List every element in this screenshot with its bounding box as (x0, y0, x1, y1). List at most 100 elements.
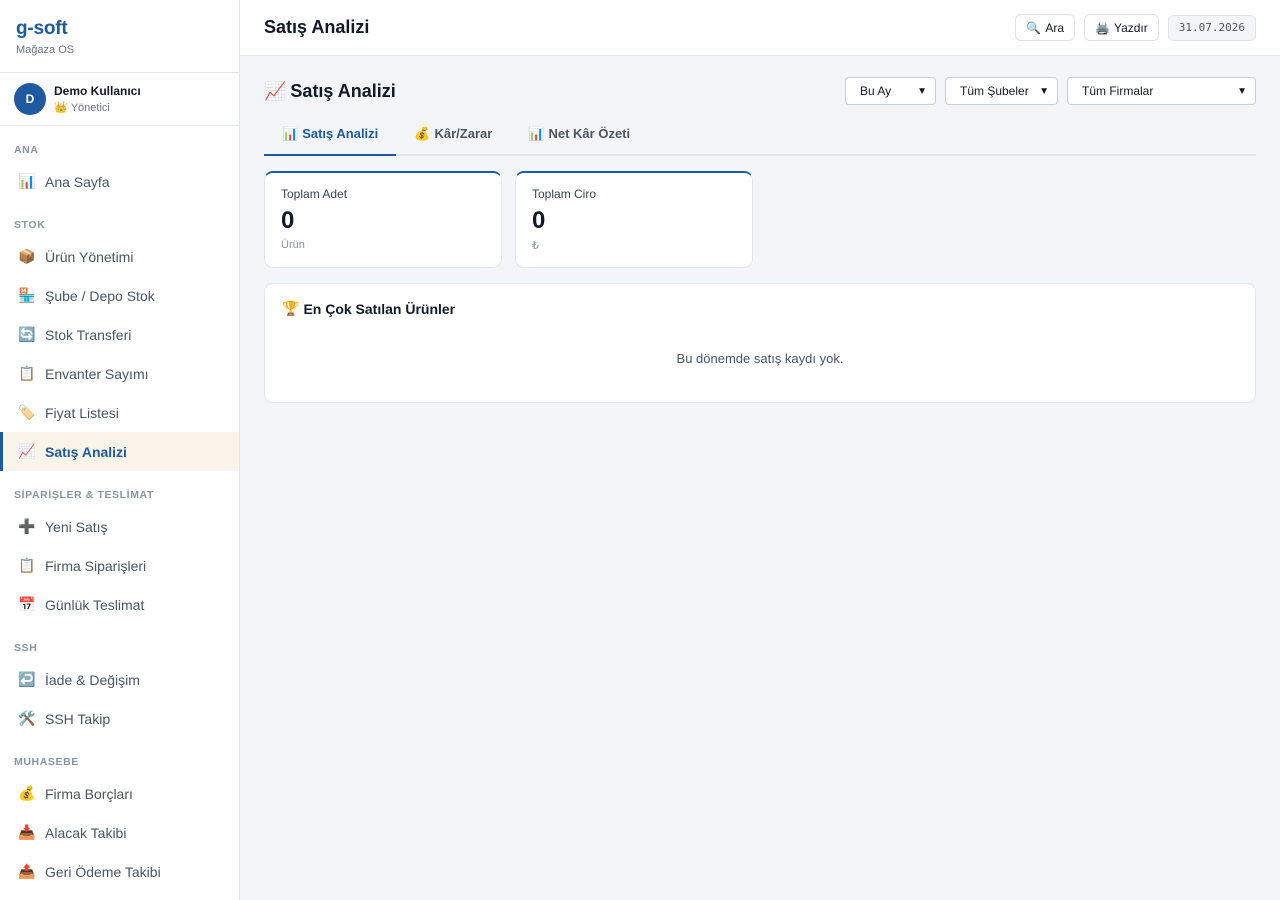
search-button[interactable]: 🔍 Ara (1015, 14, 1076, 41)
sidebar-item-iade-degisim[interactable]: ↩️ İade & Değişim (0, 660, 239, 699)
tab-label: Satış Analizi (302, 126, 379, 141)
avatar: D (14, 83, 46, 115)
stat-card-total-quantity: Toplam Adet 0 Ürün (264, 171, 502, 268)
sidebar-item-envanter-sayimi[interactable]: 📋 Envanter Sayımı (0, 354, 239, 393)
trend-chart-icon: 📈 (18, 443, 36, 459)
stat-unit: Ürün (281, 239, 305, 251)
brand: g-soft Mağaza OS (0, 0, 239, 73)
chevron-down-icon: ▼ (1039, 85, 1049, 97)
search-icon: 🔍 (1026, 20, 1042, 35)
sidebar-item-label: Ana Sayfa (45, 173, 110, 190)
page-title-text: Satış Analizi (290, 80, 396, 101)
topbar-title: Satış Analizi (264, 17, 370, 37)
sidebar-item-label: İade & Değişim (45, 671, 140, 688)
return-icon: ↩️ (18, 671, 36, 687)
print-button-label: Yazdır (1113, 20, 1148, 35)
nav-section-ssh: SSH ↩️ İade & Değişim 🛠️ SSH Takip (0, 624, 239, 738)
package-icon: 📦 (18, 248, 36, 264)
stat-unit: ₺ (532, 240, 539, 252)
sidebar-item-label: SSH Takip (45, 710, 111, 727)
tab-kar-zarar[interactable]: 💰 Kâr/Zarar (396, 126, 510, 154)
page-title: 📈 Satış Analizi (264, 81, 396, 102)
stat-label: Toplam Ciro (532, 187, 597, 201)
empty-state-message: Bu dönemde satış kaydı yok. (676, 351, 844, 366)
top-actions: 🔍 Ara 🖨️ Yazdır 31.07.2026 (1015, 14, 1256, 41)
branch-select[interactable]: Tüm Şubeler ▼ (945, 77, 1058, 105)
filters: Bu Ay ▼ Tüm Şubeler ▼ Tüm Firmalar ▼ (845, 77, 1256, 105)
sidebar-item-fiyat-listesi[interactable]: 🏷️ Fiyat Listesi (0, 393, 239, 432)
inbox-icon: 📥 (18, 824, 36, 840)
brand-name[interactable]: g-soft (16, 18, 223, 40)
nav-section-title: STOK (14, 219, 46, 231)
sidebar-item-firma-borclari[interactable]: 💰 Firma Borçları (0, 774, 239, 813)
tools-icon: 🛠️ (18, 710, 36, 726)
top-products-panel: 🏆 En Çok Satılan Ürünler Bu dönemde satı… (264, 283, 1256, 403)
sidebar-item-yeni-satis[interactable]: ➕ Yeni Satış (0, 507, 239, 546)
sidebar-item-label: Envanter Sayımı (45, 365, 149, 382)
sidebar-item-sube-depo-stok[interactable]: 🏪 Şube / Depo Stok (0, 276, 239, 315)
tab-net-kar-ozeti[interactable]: 📊 Net Kâr Özeti (510, 126, 648, 154)
stats-row: Toplam Adet 0 Ürün Toplam Ciro 0 ₺ (264, 171, 1256, 268)
stat-value: 0 (281, 207, 295, 234)
user-info: Demo Kullanıcı 👑 Yönetici (54, 84, 141, 114)
plus-icon: ➕ (18, 518, 36, 534)
sidebar-item-ana-sayfa[interactable]: 📊 Ana Sayfa (0, 162, 239, 201)
sidebar-item-firma-siparisleri[interactable]: 📋 Firma Siparişleri (0, 546, 239, 585)
company-select-value: Tüm Firmalar (1082, 84, 1154, 98)
period-select-value: Bu Ay (860, 84, 892, 98)
period-select[interactable]: Bu Ay ▼ (845, 77, 936, 105)
sidebar-item-geri-odeme-takibi[interactable]: 📤 Geri Ödeme Takibi (0, 852, 239, 891)
panel-title: 🏆 En Çok Satılan Ürünler (282, 300, 1238, 317)
user-role: 👑 Yönetici (54, 101, 141, 115)
chart-icon: 📊 (18, 173, 36, 189)
sidebar-item-stok-transferi[interactable]: 🔄 Stok Transferi (0, 315, 239, 354)
company-select[interactable]: Tüm Firmalar ▼ (1067, 77, 1256, 105)
chevron-down-icon: ▼ (917, 85, 927, 97)
sidebar-item-satis-analizi[interactable]: 📈 Satış Analizi (0, 432, 239, 471)
nav-section-title: SSH (14, 642, 38, 654)
nav-section-muhasebe: MUHASEBE 💰 Firma Borçları 📥 Alacak Takib… (0, 738, 239, 891)
sidebar: g-soft Mağaza OS D Demo Kullanıcı 👑 Yöne… (0, 0, 240, 900)
store-icon: 🏪 (18, 287, 36, 303)
tab-label: Net Kâr Özeti (548, 126, 631, 141)
money-bag-icon: 💰 (414, 126, 431, 141)
sidebar-item-label: Günlük Teslimat (45, 596, 145, 613)
sidebar-item-label: Fiyat Listesi (45, 404, 119, 421)
search-button-label: Ara (1045, 20, 1065, 35)
print-button[interactable]: 🖨️ Yazdır (1084, 14, 1159, 41)
analysis-tabs: 📊 Satış Analizi 💰 Kâr/Zarar 📊 Net Kâr Öz… (264, 126, 1256, 156)
sidebar-item-label: Şube / Depo Stok (45, 287, 155, 304)
tab-satis-analizi[interactable]: 📊 Satış Analizi (264, 126, 397, 156)
sidebar-item-urun-yonetimi[interactable]: 📦 Ürün Yönetimi (0, 237, 239, 276)
clipboard-icon: 📋 (18, 365, 36, 381)
sidebar-item-label: Yeni Satış (45, 518, 108, 535)
sidebar-item-label: Firma Borçları (45, 785, 133, 802)
user-profile[interactable]: D Demo Kullanıcı 👑 Yönetici (0, 73, 239, 126)
stat-label: Toplam Adet (281, 187, 348, 201)
clipboard-icon: 📋 (18, 557, 36, 573)
panel-title-text: En Çok Satılan Ürünler (303, 300, 456, 317)
nav-section-siparisler: SİPARİŞLER & TESLİMAT ➕ Yeni Satış 📋 Fir… (0, 471, 239, 624)
sidebar-item-alacak-takibi[interactable]: 📥 Alacak Takibi (0, 813, 239, 852)
current-date: 31.07.2026 (1167, 14, 1256, 41)
sidebar-item-gunluk-teslimat[interactable]: 📅 Günlük Teslimat (0, 585, 239, 624)
calendar-icon: 📅 (18, 596, 36, 612)
sidebar-item-label: Stok Transferi (45, 326, 132, 343)
user-role-label: Yönetici (70, 101, 110, 114)
sidebar-item-label: Alacak Takibi (45, 824, 127, 841)
transfer-icon: 🔄 (18, 326, 36, 342)
sidebar-item-label: Satış Analizi (45, 443, 127, 460)
nav-section-stok: STOK 📦 Ürün Yönetimi 🏪 Şube / Depo Stok … (0, 201, 239, 471)
sidebar-item-label: Ürün Yönetimi (45, 248, 134, 265)
sidebar-item-label: Geri Ödeme Takibi (45, 863, 161, 880)
printer-icon: 🖨️ (1095, 20, 1110, 35)
outbox-icon: 📤 (18, 863, 36, 879)
sidebar-item-ssh-takip[interactable]: 🛠️ SSH Takip (0, 699, 239, 738)
nav-section-title: MUHASEBE (14, 756, 79, 768)
trophy-icon: 🏆 (282, 300, 300, 316)
tag-icon: 🏷️ (18, 404, 36, 420)
stat-card-total-revenue: Toplam Ciro 0 ₺ (515, 171, 753, 268)
trend-chart-icon: 📈 (264, 80, 287, 101)
nav-section-ana: ANA 📊 Ana Sayfa (0, 126, 239, 201)
nav-section-title: SİPARİŞLER & TESLİMAT (14, 489, 154, 501)
